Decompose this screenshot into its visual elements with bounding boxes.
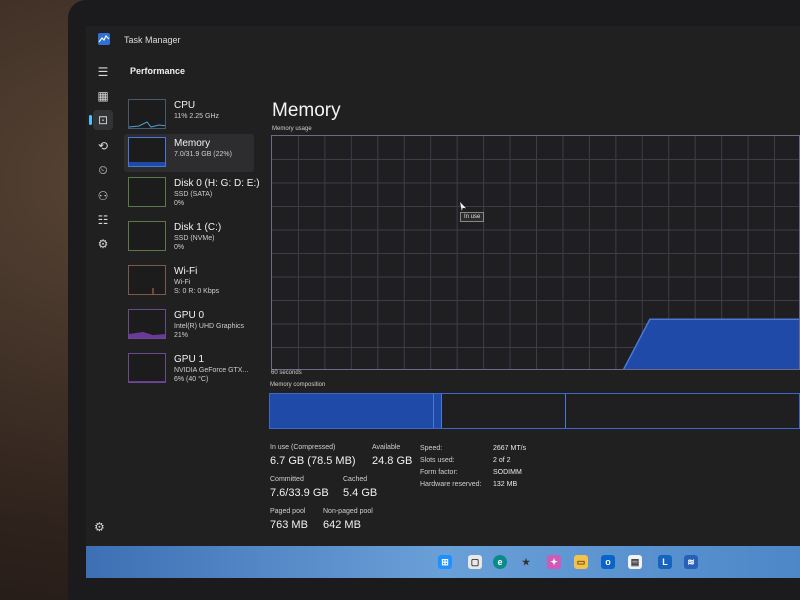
gpu-0-thumbnail xyxy=(128,309,166,339)
performance-icon[interactable]: ⊡ xyxy=(89,110,113,130)
device-gpu-0[interactable]: GPU 0 Intel(R) UHD Graphics 21% xyxy=(124,306,254,344)
device-name: Wi-Fi xyxy=(174,266,198,277)
device-detail: SSD (SATA) xyxy=(174,191,213,198)
device-name: Disk 0 (H: G: D: E:) xyxy=(174,178,260,189)
slots-used-value: 2 of 2 xyxy=(493,457,511,464)
edge-icon[interactable]: e xyxy=(493,555,507,569)
window-title: Task Manager xyxy=(124,35,181,45)
task-manager-taskbar-icon[interactable]: ≋ xyxy=(684,555,698,569)
device-usage: 0% xyxy=(174,200,185,207)
processes-icon[interactable]: ▦ xyxy=(93,86,113,106)
gpu-1-thumbnail xyxy=(128,353,166,383)
in-use-label: In use (Compressed) xyxy=(270,444,336,451)
device-name: GPU 0 xyxy=(174,310,205,321)
committed-value: 7.6/33.9 GB xyxy=(270,487,329,499)
device-name: CPU xyxy=(174,100,196,111)
cached-value: 5.4 GB xyxy=(343,487,378,499)
hamburger-menu-icon[interactable]: ☰ xyxy=(93,62,113,82)
device-memory[interactable]: Memory 7.0/31.9 GB (22%) xyxy=(124,134,254,172)
form-factor-value: SODIMM xyxy=(493,469,522,476)
time-axis-label: 60 seconds xyxy=(271,370,302,376)
device-name: GPU 1 xyxy=(174,354,205,365)
taskbar: ⊞ ▢ e ★ ✦ ▭ o ▤ L ≋ xyxy=(86,546,800,578)
speed-label: Speed: xyxy=(420,445,443,452)
memory-usage-label: Memory usage xyxy=(272,126,312,132)
app-history-icon[interactable]: ⟲ xyxy=(93,136,113,156)
device-detail: Wi-Fi xyxy=(174,279,191,286)
device-detail: NVIDIA GeForce GTX... xyxy=(174,367,249,374)
memory-composition-label: Memory composition xyxy=(270,382,326,388)
services-icon[interactable]: ⚙ xyxy=(93,234,113,254)
file-explorer-icon[interactable]: ▭ xyxy=(574,555,588,569)
available-label: Available xyxy=(372,444,401,451)
nav-rail: ☰ ▦ ⊡ ⟲ ⏲ ⚇ ☷ ⚙ xyxy=(86,56,120,546)
device-name: Memory xyxy=(174,138,211,149)
device-detail: 7.0/31.9 GB (22%) xyxy=(174,151,232,158)
copilot-icon[interactable]: ✦ xyxy=(547,555,561,569)
cpu-thumbnail xyxy=(128,99,166,129)
composition-segment-modified[interactable] xyxy=(433,394,442,428)
paged-pool-label: Paged pool xyxy=(270,508,306,515)
device-usage: 21% xyxy=(174,332,189,339)
committed-label: Committed xyxy=(270,476,304,483)
device-cpu[interactable]: CPU 11% 2.25 GHz xyxy=(124,96,254,134)
memory-usage-graph xyxy=(271,135,800,370)
device-disk-0[interactable]: Disk 0 (H: G: D: E:) SSD (SATA) 0% xyxy=(124,174,260,212)
form-factor-label: Form factor: xyxy=(420,469,458,476)
device-usage: 6% (40 °C) xyxy=(174,376,209,383)
composition-segment-standby[interactable] xyxy=(442,394,567,428)
disk-0-thumbnail xyxy=(128,177,166,207)
device-detail: 11% 2.25 GHz xyxy=(174,113,220,120)
disk-1-thumbnail xyxy=(128,221,166,251)
device-detail: SSD (NVMe) xyxy=(174,235,215,242)
users-icon[interactable]: ⚇ xyxy=(93,186,113,206)
device-usage: 0% xyxy=(174,244,185,251)
section-title: Performance xyxy=(130,66,186,76)
memory-thumbnail xyxy=(128,137,166,167)
settings-gear-icon[interactable]: ⚙ xyxy=(94,520,105,534)
page-title: Memory xyxy=(272,100,341,121)
hardware-reserved-value: 132 MB xyxy=(493,481,518,488)
device-detail: Intel(R) UHD Graphics xyxy=(174,323,245,330)
speed-value: 2667 MT/s xyxy=(493,445,527,452)
device-wifi[interactable]: Wi-Fi Wi-Fi S: 0 R: 0 Kbps xyxy=(124,262,254,300)
windows-start-icon[interactable]: ⊞ xyxy=(438,555,452,569)
memory-usage-area xyxy=(622,318,799,369)
in-use-value: 6.7 GB (78.5 MB) xyxy=(270,455,356,467)
non-paged-pool-label: Non-paged pool xyxy=(323,508,373,515)
device-gpu-1[interactable]: GPU 1 NVIDIA GeForce GTX... 6% (40 °C) xyxy=(124,350,254,388)
task-view-icon[interactable]: ▢ xyxy=(468,555,482,569)
device-name: Disk 1 (C:) xyxy=(174,222,222,233)
memory-usage-chart xyxy=(272,136,799,369)
composition-segment-free[interactable] xyxy=(566,394,799,428)
device-usage: S: 0 R: 0 Kbps xyxy=(174,288,220,295)
slots-used-label: Slots used: xyxy=(420,457,455,464)
in-use-tooltip: In use xyxy=(460,212,485,222)
memory-composition-bar[interactable] xyxy=(269,393,800,429)
available-value: 24.8 GB xyxy=(372,455,413,467)
task-manager-icon xyxy=(98,33,110,45)
non-paged-pool-value: 642 MB xyxy=(323,519,361,531)
paged-pool-value: 763 MB xyxy=(270,519,308,531)
l-app-icon[interactable]: L xyxy=(658,555,672,569)
composition-segment-in-use[interactable] xyxy=(270,394,434,428)
details-icon[interactable]: ☷ xyxy=(93,210,113,230)
wifi-thumbnail xyxy=(128,265,166,295)
task-manager-window: Task Manager ☰ ▦ ⊡ ⟲ ⏲ ⚇ ☷ ⚙ Performance… xyxy=(86,26,800,578)
calendar-icon[interactable]: ▤ xyxy=(628,555,642,569)
device-disk-1[interactable]: Disk 1 (C:) SSD (NVMe) 0% xyxy=(124,218,254,256)
title-bar: Task Manager xyxy=(86,26,800,56)
hardware-reserved-label: Hardware reserved: xyxy=(420,481,482,488)
cached-label: Cached xyxy=(343,476,368,483)
startup-apps-icon[interactable]: ⏲ xyxy=(93,160,113,180)
outlook-icon[interactable]: o xyxy=(601,555,615,569)
star-app-icon[interactable]: ★ xyxy=(519,555,533,569)
